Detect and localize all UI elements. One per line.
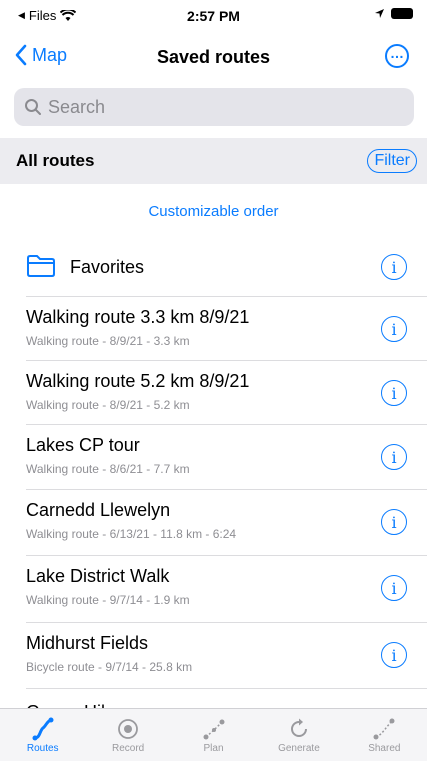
tab-label: Routes bbox=[26, 743, 59, 754]
section-title: All routes bbox=[16, 151, 95, 170]
info-icon[interactable]: i bbox=[381, 642, 407, 668]
route-name: Lake District Walk bbox=[26, 566, 170, 586]
route-name: Midhurst Fields bbox=[26, 633, 149, 653]
divider bbox=[26, 622, 427, 623]
more-options-button[interactable]: … bbox=[385, 44, 409, 68]
route-name: Walking route 3.3 km 8/9/21 bbox=[26, 307, 250, 327]
tab-label: Plan bbox=[203, 743, 224, 754]
route-row[interactable]: Walking route 5.2 km 8/9/21 Walking rout… bbox=[0, 362, 427, 424]
route-row[interactable]: Walking route 3.3 km 8/9/21 Walking rout… bbox=[0, 298, 427, 360]
info-icon[interactable]: i bbox=[381, 254, 407, 280]
shared-icon bbox=[372, 715, 396, 743]
route-row[interactable]: Midhurst Fields Bicycle route - 9/7/14 -… bbox=[0, 624, 427, 686]
route-row[interactable]: Lakes CP tour Walking route - 8/6/21 - 7… bbox=[0, 426, 427, 488]
generate-icon bbox=[287, 715, 311, 743]
divider bbox=[26, 360, 427, 361]
route-details: Walking route - 8/9/21 - 3.3 km bbox=[26, 334, 190, 348]
tab-shared[interactable]: Shared bbox=[342, 709, 427, 761]
filter-button[interactable]: Filter bbox=[367, 149, 417, 173]
tab-label: Shared bbox=[368, 743, 401, 754]
info-icon[interactable]: i bbox=[381, 444, 407, 470]
divider bbox=[26, 296, 427, 297]
search-input[interactable]: Search bbox=[14, 88, 414, 126]
route-name: Walking route 5.2 km 8/9/21 bbox=[26, 371, 250, 391]
route-row[interactable]: Lake District Walk Walking route - 9/7/1… bbox=[0, 557, 427, 619]
route-details: Walking route - 8/6/21 - 7.7 km bbox=[26, 462, 190, 476]
divider bbox=[26, 489, 427, 490]
status-bar: ◀ Files 2:57 PM bbox=[0, 0, 427, 34]
tab-label: Record bbox=[111, 743, 145, 754]
divider bbox=[26, 555, 427, 556]
tab-label: Generate bbox=[278, 743, 320, 754]
route-details: Bicycle route - 9/7/14 - 25.8 km bbox=[26, 660, 193, 674]
search-placeholder: Search bbox=[48, 96, 106, 117]
info-icon[interactable]: i bbox=[381, 380, 407, 406]
route-details: Walking route - 6/13/21 - 11.8 km - 6:24 bbox=[26, 527, 237, 541]
tab-plan[interactable]: Plan bbox=[171, 709, 256, 761]
customizable-order-link[interactable]: Customizable order bbox=[0, 203, 427, 220]
route-name: Lakes CP tour bbox=[26, 435, 140, 455]
info-icon[interactable]: i bbox=[381, 316, 407, 342]
status-time: 2:57 PM bbox=[187, 8, 240, 24]
info-icon[interactable]: i bbox=[381, 575, 407, 601]
favorites-folder-row[interactable]: Favorites i bbox=[0, 238, 427, 296]
tab-routes[interactable]: Routes bbox=[0, 709, 85, 761]
route-row[interactable]: Carnedd Llewelyn Walking route - 6/13/21… bbox=[0, 491, 427, 553]
favorites-label: Favorites bbox=[70, 257, 145, 277]
navigation-bar: Map Saved routes … bbox=[0, 34, 427, 82]
folder-icon bbox=[27, 255, 55, 277]
ellipsis-icon: … bbox=[390, 45, 404, 61]
page-title: Saved routes bbox=[156, 47, 271, 67]
routes-icon bbox=[30, 715, 56, 743]
location-arrow-icon bbox=[375, 9, 384, 18]
info-icon[interactable]: i bbox=[381, 509, 407, 535]
tab-generate[interactable]: Generate bbox=[256, 709, 341, 761]
tab-record[interactable]: Record bbox=[85, 709, 170, 761]
route-name: Carnedd Llewelyn bbox=[26, 500, 171, 520]
divider bbox=[26, 688, 427, 689]
section-header: All routes Filter bbox=[0, 138, 427, 184]
battery-icon bbox=[391, 8, 413, 19]
plan-icon bbox=[202, 715, 226, 743]
tab-bar: Routes Record Plan Generate Shared bbox=[0, 708, 427, 761]
divider bbox=[26, 424, 427, 425]
route-details: Walking route - 9/7/14 - 1.9 km bbox=[26, 593, 190, 607]
record-icon bbox=[116, 715, 140, 743]
search-icon bbox=[24, 98, 42, 116]
route-details: Walking route - 8/9/21 - 5.2 km bbox=[26, 398, 190, 412]
